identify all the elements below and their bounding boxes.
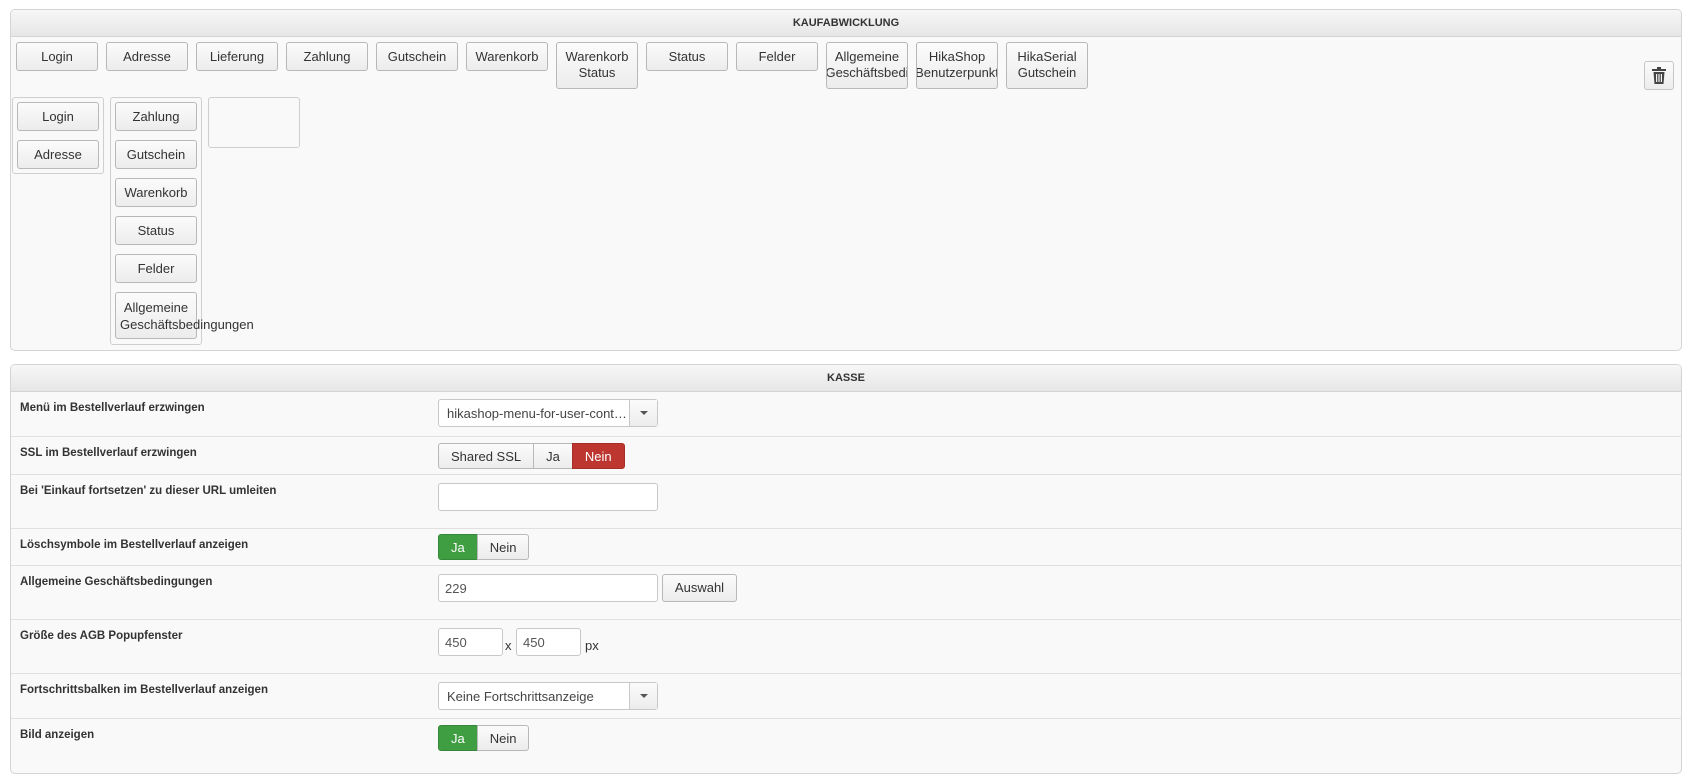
image-row: Bild anzeigen Ja Nein [11, 718, 1681, 773]
kaufabwicklung-title: KAUFABWICKLUNG [11, 10, 1681, 37]
workflow-column-1[interactable]: Login Adresse [12, 97, 104, 174]
column2-zahlung-item[interactable]: Zahlung [115, 102, 197, 131]
terms-select-button[interactable]: Auswahl [662, 574, 737, 602]
popup-size-separator: x [505, 638, 512, 653]
column1-adresse-item[interactable]: Adresse [17, 140, 99, 169]
column2-agb-item[interactable]: Allgemeine Geschäftsbedingungen [115, 292, 254, 339]
toolbar-status-button[interactable]: Status [646, 42, 728, 71]
menu-select-value: hikashop-menu-for-user-cont… [447, 405, 627, 421]
toolbar-login-button[interactable]: Login [16, 42, 98, 71]
caret-down-icon [639, 411, 648, 415]
column2-gutschein-item[interactable]: Gutschein [115, 140, 197, 169]
popup-height-input[interactable] [516, 628, 581, 656]
workflow-column-2[interactable]: Zahlung Gutschein Warenkorb Status Felde… [110, 97, 254, 345]
image-option-nein[interactable]: Nein [476, 725, 530, 751]
kasse-panel: KASSE Menü im Bestellverlauf erzwingen h… [10, 364, 1682, 774]
column2-felder-item[interactable]: Felder [115, 254, 197, 283]
workflow-column-empty[interactable] [208, 97, 300, 148]
trash-icon [1652, 67, 1666, 84]
ssl-option-nein[interactable]: Nein [571, 443, 625, 469]
popup-size-row: Größe des AGB Popupfenster x px [11, 619, 1681, 673]
delete-icons-toggle[interactable]: Ja Nein [438, 534, 530, 560]
progress-select[interactable]: Keine Fortschrittsanzeige [438, 682, 658, 710]
toolbar-hikashop-benutzerpunkt-button[interactable]: HikaShop Benutzerpunkt [916, 42, 998, 89]
ssl-label: SSL im Bestellverlauf erzwingen [20, 447, 197, 459]
toolbar-felder-button[interactable]: Felder [736, 42, 818, 71]
toolbar-hikaserial-gutschein-button[interactable]: HikaSerial Gutschein [1006, 42, 1088, 89]
terms-label: Allgemeine Geschäftsbedingungen [20, 576, 213, 588]
progress-select-arrow[interactable] [629, 683, 657, 709]
toolbar-lieferung-button[interactable]: Lieferung [196, 42, 278, 71]
kaufabwicklung-panel: KAUFABWICKLUNG Login Adresse Lieferung Z… [10, 9, 1682, 351]
ssl-option-shared[interactable]: Shared SSL [438, 443, 535, 469]
kasse-title: KASSE [11, 365, 1681, 392]
column2-status-item[interactable]: Status [115, 216, 197, 245]
terms-row: Allgemeine Geschäftsbedingungen Auswahl [11, 565, 1681, 619]
delete-icons-option-ja[interactable]: Ja [438, 534, 478, 560]
toolbar-adresse-button[interactable]: Adresse [106, 42, 188, 71]
menu-select[interactable]: hikashop-menu-for-user-cont… [438, 399, 658, 427]
image-label: Bild anzeigen [20, 729, 95, 741]
menu-select-arrow[interactable] [629, 400, 657, 426]
popup-size-label: Größe des AGB Popupfenster [20, 630, 183, 642]
popup-size-unit: px [585, 638, 599, 653]
toolbar-warenkorb-button[interactable]: Warenkorb [466, 42, 548, 71]
caret-down-icon [639, 694, 648, 698]
toolbar-warenkorb-status-button[interactable]: Warenkorb Status [556, 42, 638, 89]
redirect-url-input[interactable] [438, 483, 658, 511]
toolbar-agb-button[interactable]: Allgemeine Geschäftsbedi [826, 42, 908, 89]
delete-icons-option-nein[interactable]: Nein [476, 534, 530, 560]
delete-icons-row: Löschsymbole im Bestellverlauf anzeigen … [11, 528, 1681, 565]
redirect-label: Bei 'Einkauf fortsetzen' zu dieser URL u… [20, 485, 277, 497]
progress-row: Fortschrittsbalken im Bestellverlauf anz… [11, 673, 1681, 718]
progress-label: Fortschrittsbalken im Bestellverlauf anz… [20, 684, 268, 696]
ssl-option-ja[interactable]: Ja [533, 443, 573, 469]
column1-login-item[interactable]: Login [17, 102, 99, 131]
menu-label: Menü im Bestellverlauf erzwingen [20, 402, 205, 414]
image-option-ja[interactable]: Ja [438, 725, 478, 751]
ssl-row: SSL im Bestellverlauf erzwingen Shared S… [11, 436, 1681, 474]
terms-article-input[interactable] [438, 574, 658, 602]
toolbar-gutschein-button[interactable]: Gutschein [376, 42, 458, 71]
menu-row: Menü im Bestellverlauf erzwingen hikasho… [11, 392, 1681, 436]
delete-icons-label: Löschsymbole im Bestellverlauf anzeigen [20, 539, 249, 551]
image-toggle[interactable]: Ja Nein [438, 725, 530, 751]
popup-width-input[interactable] [438, 628, 503, 656]
progress-select-value: Keine Fortschrittsanzeige [447, 688, 594, 704]
toolbar-zahlung-button[interactable]: Zahlung [286, 42, 368, 71]
trash-button[interactable] [1644, 61, 1674, 90]
redirect-row: Bei 'Einkauf fortsetzen' zu dieser URL u… [11, 474, 1681, 528]
ssl-toggle[interactable]: Shared SSL Ja Nein [438, 443, 625, 469]
column2-warenkorb-item[interactable]: Warenkorb [115, 178, 197, 207]
